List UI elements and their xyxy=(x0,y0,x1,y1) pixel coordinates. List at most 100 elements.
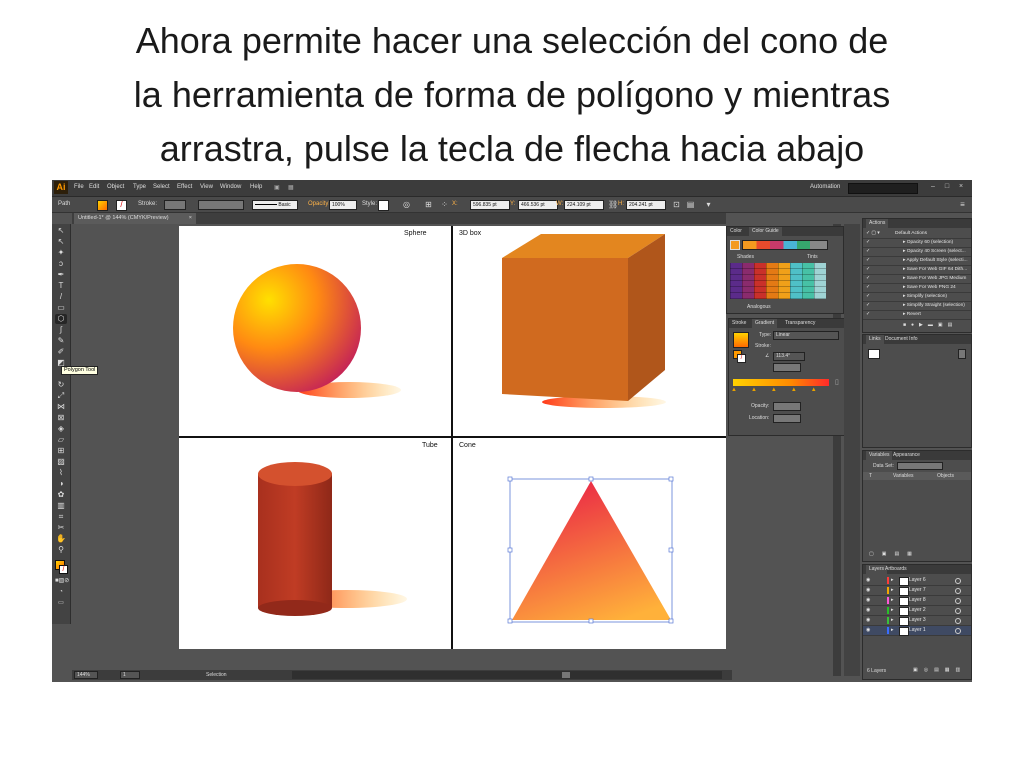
gradient-preview-swatch[interactable] xyxy=(733,332,749,348)
tab-gradient[interactable]: Gradient xyxy=(752,319,778,328)
tube-top[interactable] xyxy=(258,462,332,486)
magic-wand-tool-icon[interactable]: ✦ xyxy=(55,248,67,258)
perspective-grid-tool-icon[interactable]: ▱ xyxy=(55,435,67,445)
variable-width-field[interactable] xyxy=(198,200,244,210)
scale-tool-icon[interactable]: ⤢ xyxy=(55,391,67,401)
close-icon[interactable]: × xyxy=(956,183,966,191)
control-panel-menu-icon[interactable]: ≡ xyxy=(958,200,967,209)
rotate-tool-icon[interactable]: ↻ xyxy=(55,380,67,390)
align-icon[interactable]: ⊞ xyxy=(424,200,433,209)
menu-effect[interactable]: Effect xyxy=(177,184,192,190)
search-help-field[interactable] xyxy=(848,183,918,194)
tube-body[interactable] xyxy=(258,474,332,608)
recolor-artwork-icon[interactable]: ◎ xyxy=(402,200,411,209)
cone-triangle[interactable] xyxy=(512,481,671,620)
fill-swatch[interactable] xyxy=(97,200,108,211)
action-item-row[interactable]: ✓ ▸ Simplify (selection) xyxy=(863,293,971,302)
brush-definition-field[interactable]: Basic xyxy=(252,200,298,210)
draw-mode-icon[interactable]: ◔ xyxy=(55,587,67,597)
harmony-colors-strip[interactable] xyxy=(742,240,828,250)
box-front-face[interactable] xyxy=(502,258,628,401)
rectangle-tool-icon[interactable]: ▭ xyxy=(55,303,67,313)
action-set-row[interactable]: ✓ ▢ ▾ Default Actions xyxy=(863,230,971,239)
action-item-row[interactable]: ✓ ▸ Save For Web JPG Medium xyxy=(863,275,971,284)
tab-color[interactable]: Color xyxy=(730,227,742,236)
tab-artboards[interactable]: Artboards xyxy=(885,565,907,574)
layer-row[interactable]: ◉ ▸ Layer 2 xyxy=(863,606,971,616)
y-field[interactable]: 466.536 pt xyxy=(518,200,558,210)
transform-icon[interactable]: ⊡ xyxy=(672,200,681,209)
screen-mode-icon[interactable]: ▭ xyxy=(55,598,67,608)
shape-builder-tool-icon[interactable]: ◈ xyxy=(55,424,67,434)
opacity-field[interactable]: 100% xyxy=(329,200,357,210)
tab-document-info[interactable]: Document Info xyxy=(885,335,918,344)
tab-layers[interactable]: Layers xyxy=(866,565,888,574)
sphere-shape[interactable] xyxy=(233,264,361,392)
horizontal-scroll-thumb[interactable] xyxy=(562,672,570,678)
reference-point-icon[interactable]: ⁘ xyxy=(440,200,449,209)
maximize-icon[interactable]: □ xyxy=(942,183,952,191)
tab-links[interactable]: Links xyxy=(866,335,884,344)
zoom-tool-icon[interactable]: ⚲ xyxy=(55,545,67,555)
zoom-level-field[interactable]: 144% xyxy=(74,671,98,679)
symbol-sprayer-tool-icon[interactable]: ✿ xyxy=(55,490,67,500)
menu-window[interactable]: Window xyxy=(220,184,241,190)
menu-file[interactable]: File xyxy=(74,184,84,190)
gradient-type-select[interactable]: Linear xyxy=(773,331,839,340)
workspace-switcher[interactable]: Automation xyxy=(810,184,840,190)
blend-tool-icon[interactable]: ◑ xyxy=(55,479,67,489)
actions-footer-icons[interactable]: ■●▶▬▣▤ xyxy=(903,322,957,328)
pen-tool-icon[interactable]: ✒ xyxy=(55,270,67,280)
artboard[interactable]: Sphere 3D box Tube Cone xyxy=(179,226,727,649)
opacity-label[interactable]: Opacity: xyxy=(308,201,330,207)
menu-view[interactable]: View xyxy=(200,184,213,190)
control-menu-icon[interactable]: ▾ xyxy=(704,200,713,209)
layer-row[interactable]: ◉ ▸ Layer 3 xyxy=(863,616,971,626)
toolbar-stroke-swatch[interactable]: / xyxy=(59,565,68,574)
stroke-weight-field[interactable] xyxy=(164,200,186,210)
base-color-swatch[interactable] xyxy=(730,240,740,250)
h-field[interactable]: 204.241 pt xyxy=(626,200,666,210)
mesh-tool-icon[interactable]: ⊞ xyxy=(55,446,67,456)
stroke-mini-swatch[interactable]: / xyxy=(737,354,746,363)
menu-help[interactable]: Help xyxy=(250,184,262,190)
polygon-tool-icon[interactable]: ⬡ xyxy=(55,314,67,324)
color-mode-icons[interactable]: ■▨⊘ xyxy=(55,576,69,586)
layer-row[interactable]: ◉ ▸ Layer 7 xyxy=(863,586,971,596)
direct-selection-tool-icon[interactable]: ↖ xyxy=(55,237,67,247)
width-tool-icon[interactable]: ⋈ xyxy=(55,402,67,412)
action-item-row[interactable]: ✓ ▸ Save For Web GIF 64 Dith... xyxy=(863,266,971,275)
tab-transparency[interactable]: Transparency xyxy=(785,319,815,328)
action-item-row[interactable]: ✓ ▸ Revert xyxy=(863,311,971,320)
gradient-slider[interactable] xyxy=(733,379,829,386)
constrain-proportions-icon[interactable]: ⛓ xyxy=(608,200,618,209)
tab-appearance[interactable]: Appearance xyxy=(893,451,920,460)
box-right-face[interactable] xyxy=(628,234,665,401)
blob-brush-tool-icon[interactable]: ✐ xyxy=(55,347,67,357)
menu-object[interactable]: Object xyxy=(107,184,124,190)
graphic-style-swatch[interactable] xyxy=(378,200,389,211)
free-transform-tool-icon[interactable]: ⊠ xyxy=(55,413,67,423)
data-set-select[interactable] xyxy=(897,462,943,470)
harmony-rule-label[interactable]: Analogous xyxy=(747,304,771,310)
isolate-icon[interactable]: ▤ xyxy=(686,200,695,209)
x-field[interactable]: 596.835 pt xyxy=(470,200,510,210)
variables-footer-icons[interactable]: ▢▣▤▦ xyxy=(869,551,920,557)
w-field[interactable]: 224.109 pt xyxy=(564,200,604,210)
action-item-row[interactable]: ✓ ▸ Save For Web PNG 24 xyxy=(863,284,971,293)
bridge-icon[interactable]: ▣ xyxy=(274,184,280,191)
arrange-documents-icon[interactable]: ▦ xyxy=(288,184,294,191)
tab-color-guide[interactable]: Color Guide xyxy=(749,227,782,236)
stop-location-field[interactable] xyxy=(773,414,801,423)
menu-select[interactable]: Select xyxy=(153,184,170,190)
document-tab[interactable]: Untitled-1* @ 144% (CMYK/Preview) × xyxy=(74,213,196,224)
hand-tool-icon[interactable]: ✋ xyxy=(55,534,67,544)
line-tool-icon[interactable]: / xyxy=(55,292,67,302)
stroke-swatch[interactable]: / xyxy=(116,200,127,211)
action-item-row[interactable]: ✓ ▸ Apply Default Style (selecti... xyxy=(863,257,971,266)
eyedropper-tool-icon[interactable]: ⌇ xyxy=(55,468,67,478)
action-item-row[interactable]: ✓ ▸ Opacity 40 Screen (select... xyxy=(863,248,971,257)
delete-stop-icon[interactable]: ▯ xyxy=(835,378,841,386)
gradient-tool-icon[interactable]: ▨ xyxy=(55,457,67,467)
layer-row[interactable]: ◉ ▸ Layer 6 xyxy=(863,576,971,586)
